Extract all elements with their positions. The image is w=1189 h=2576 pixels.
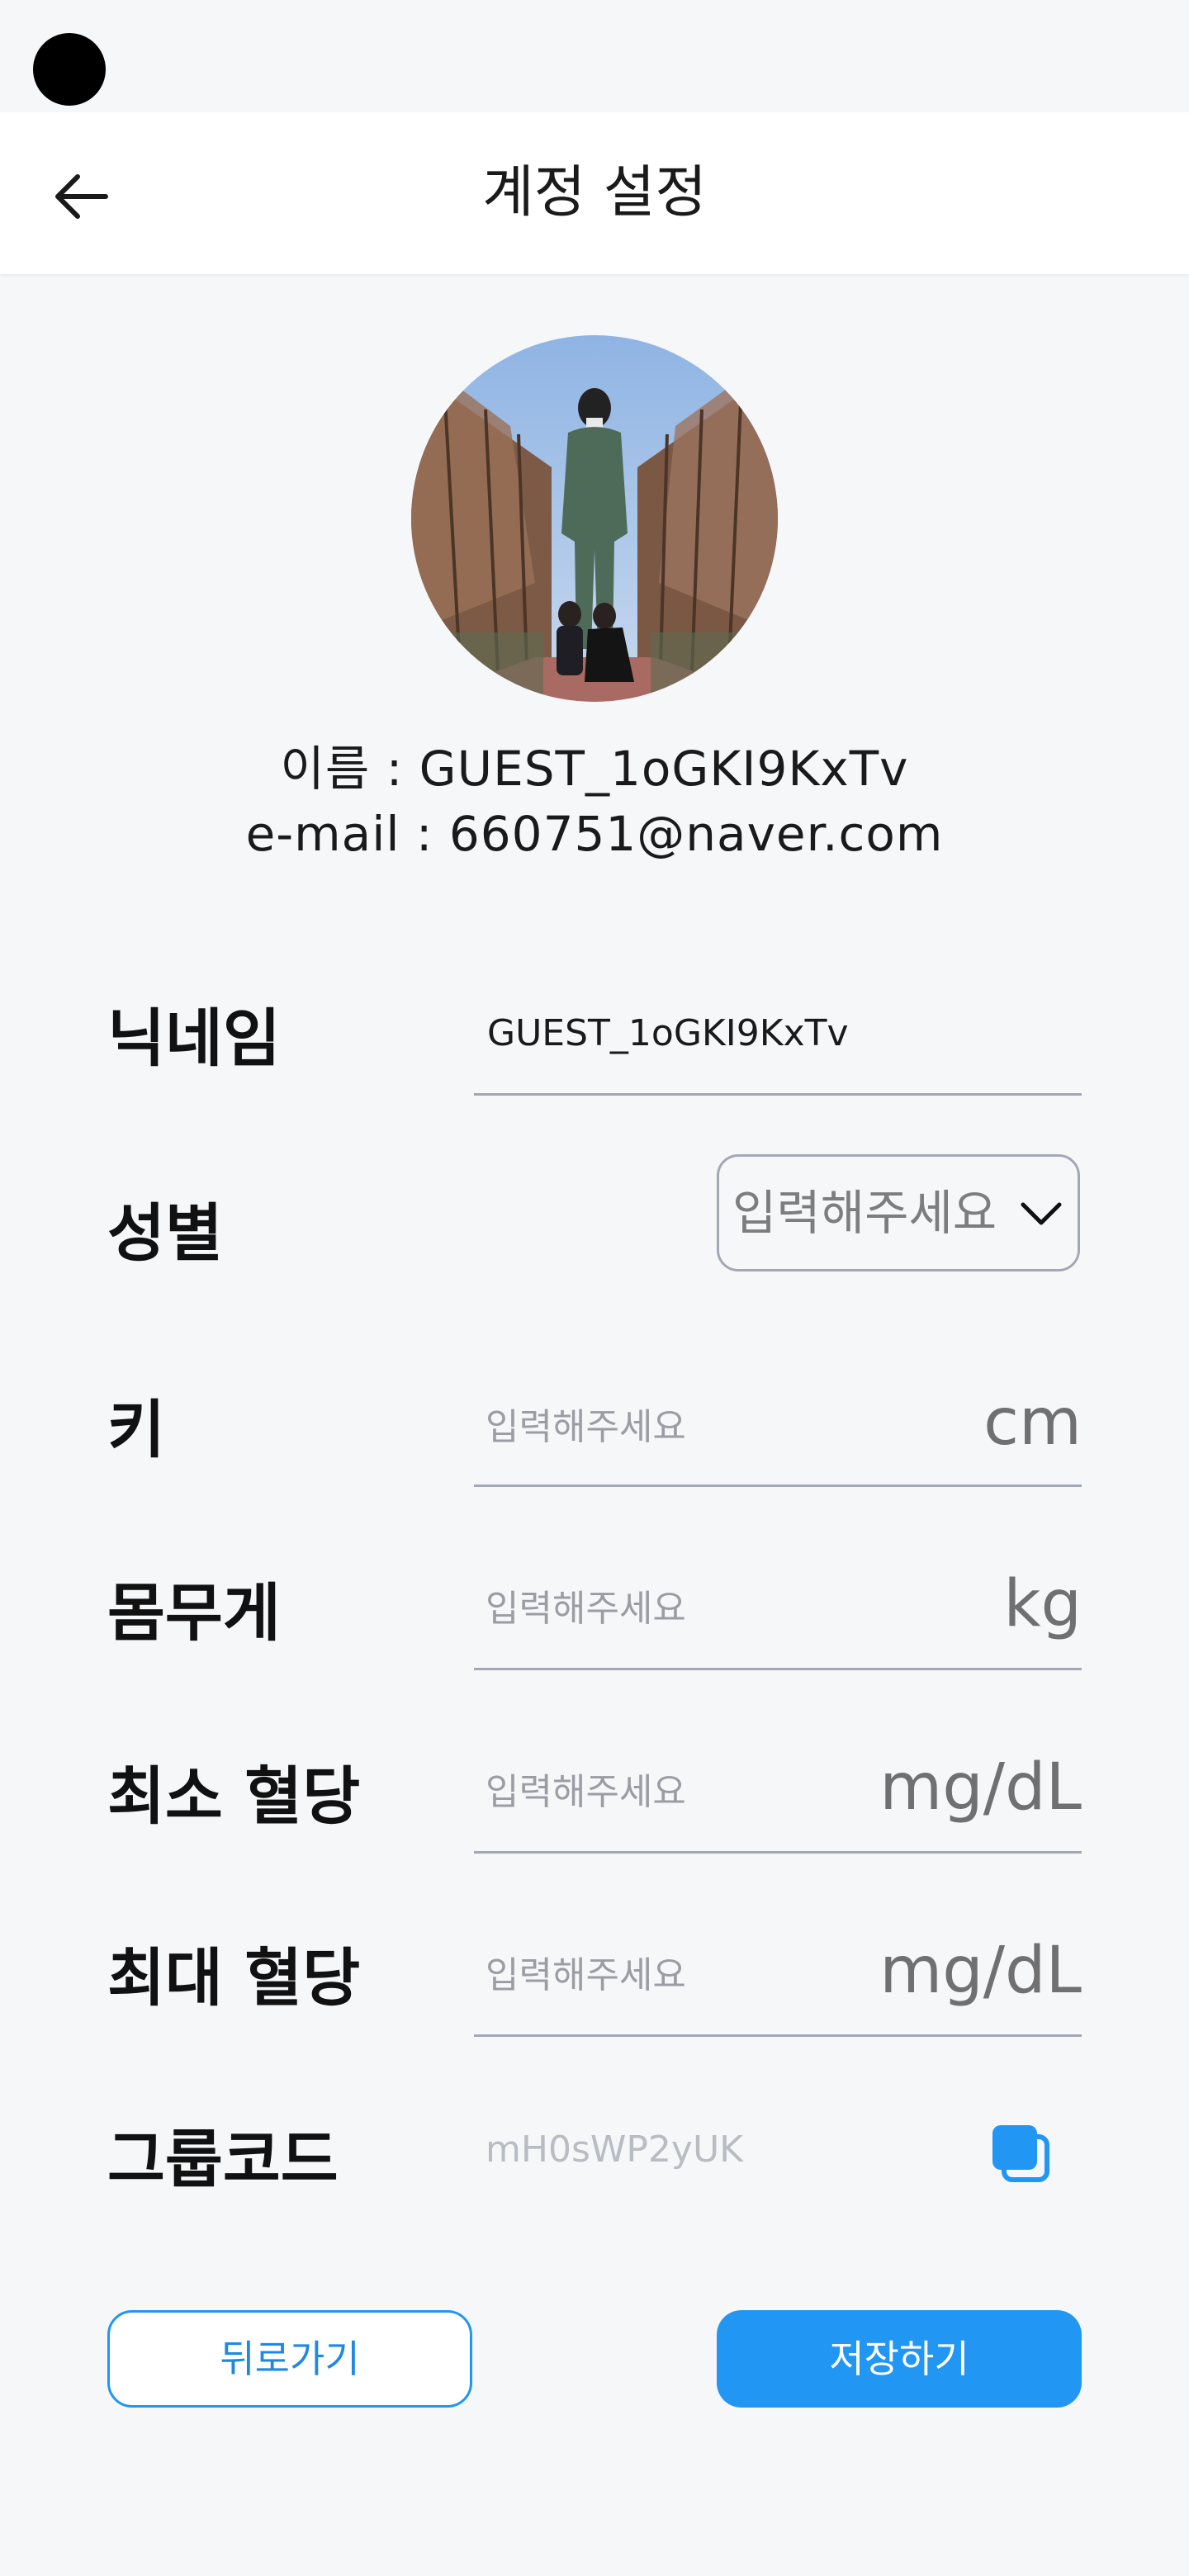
- max-glucose-label: 최대 혈당: [107, 1941, 361, 2015]
- min-glucose-placeholder: 입력해주세요: [486, 1771, 686, 1813]
- status-bar: [0, 0, 1189, 112]
- save-button[interactable]: 저장하기: [717, 2310, 1082, 2408]
- min-glucose-label: 최소 혈당: [107, 1759, 361, 1833]
- gender-label: 성별: [107, 1196, 223, 1270]
- page-title: 계정 설정: [482, 160, 707, 225]
- copy-icon[interactable]: [988, 2120, 1054, 2186]
- group-code-value: mH0sWP2yUK: [486, 2129, 743, 2171]
- gender-dropdown[interactable]: 입력해주세요: [717, 1154, 1080, 1271]
- nickname-label: 닉네임: [107, 1002, 281, 1075]
- arrow-left-icon[interactable]: [48, 163, 114, 230]
- group-code-label: 그룹코드: [107, 2123, 339, 2196]
- height-placeholder: 입력해주세요: [486, 1406, 686, 1448]
- profile-email: e-mail : 660751@naver.com: [245, 806, 944, 862]
- camera-cutout: [33, 33, 106, 106]
- weight-unit: kg: [1003, 1567, 1082, 1641]
- avatar-photo: [411, 335, 778, 702]
- height-label: 키: [107, 1393, 165, 1466]
- height-unit: cm: [983, 1385, 1082, 1460]
- weight-placeholder: 입력해주세요: [486, 1588, 686, 1630]
- max-glucose-unit: mg/dL: [879, 1934, 1082, 2008]
- max-glucose-placeholder: 입력해주세요: [486, 1954, 686, 1996]
- app-bar: 계정 설정: [0, 112, 1189, 274]
- avatar[interactable]: [411, 335, 778, 702]
- nickname-value: GUEST_1oGKI9KxTv: [487, 1012, 849, 1054]
- weight-label: 몸무게: [107, 1576, 281, 1650]
- back-button[interactable]: 뒤로가기: [107, 2310, 472, 2408]
- gender-selected-value: 입력해주세요: [732, 1185, 997, 1241]
- min-glucose-unit: mg/dL: [879, 1750, 1082, 1825]
- profile-name: 이름 : GUEST_1oGKI9KxTv: [280, 741, 909, 797]
- chevron-down-icon: [1021, 1202, 1062, 1225]
